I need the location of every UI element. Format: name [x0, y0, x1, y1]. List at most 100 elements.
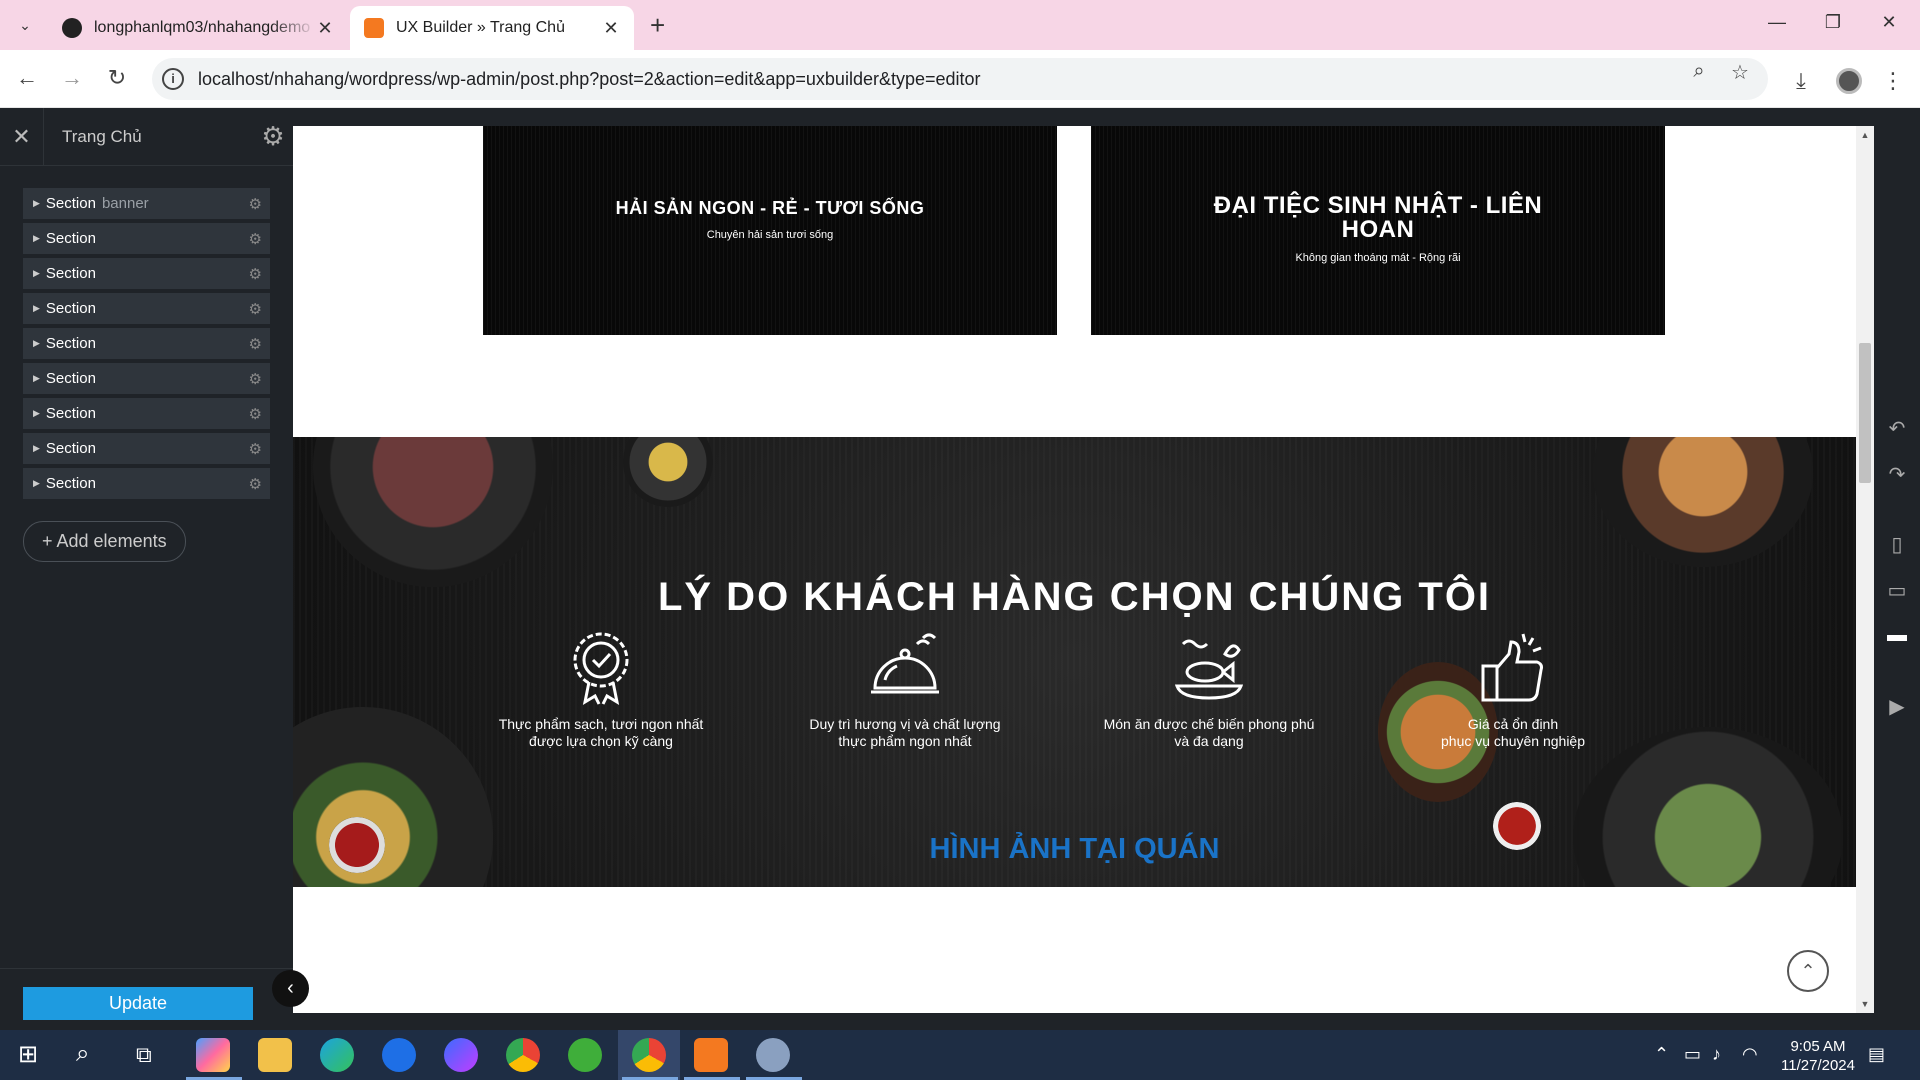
- collapse-sidebar-icon[interactable]: ‹: [272, 970, 309, 1007]
- section-item[interactable]: ▶ Section ⚙: [23, 398, 270, 429]
- caret-right-icon[interactable]: ▶: [33, 443, 40, 454]
- food-plate-image: [313, 437, 553, 587]
- redo-icon[interactable]: ↷: [1874, 462, 1920, 487]
- reason-item[interactable]: Duy trì hương vị và chất lượng thực phẩm …: [785, 630, 1025, 750]
- close-tab-icon[interactable]: ✕: [316, 18, 334, 39]
- back-to-top-button[interactable]: ⌃: [1787, 950, 1829, 992]
- caret-right-icon[interactable]: ▶: [33, 268, 40, 279]
- zalo-icon[interactable]: [382, 1038, 416, 1072]
- notification-icon[interactable]: ▤: [1868, 1044, 1885, 1065]
- wifi-icon[interactable]: ◠: [1742, 1044, 1758, 1065]
- reload-icon[interactable]: ↻: [102, 64, 132, 92]
- site-info-icon[interactable]: i: [162, 68, 184, 90]
- close-tab-icon[interactable]: ✕: [602, 18, 620, 39]
- system-clock[interactable]: 9:05 AM 11/27/2024: [1768, 1037, 1868, 1075]
- caret-right-icon[interactable]: ▶: [33, 478, 40, 489]
- section-item[interactable]: ▶ Section ⚙: [23, 223, 270, 254]
- section-tag: banner: [101, 195, 149, 212]
- gear-icon[interactable]: ⚙: [249, 370, 262, 388]
- caret-right-icon[interactable]: ▶: [33, 233, 40, 244]
- bookmark-star-icon[interactable]: ☆: [1727, 60, 1753, 85]
- ux-builder-sidebar: ✕ Trang Chủ ⚙ ▶ Section banner ⚙ ▶ Secti…: [0, 107, 293, 1030]
- mobile-view-icon[interactable]: ▯: [1874, 532, 1920, 557]
- windows-start-icon[interactable]: ⊞: [18, 1040, 38, 1069]
- messenger-icon[interactable]: [444, 1038, 478, 1072]
- close-window-button[interactable]: ✕: [1874, 12, 1904, 33]
- volume-icon[interactable]: ♪: [1712, 1044, 1721, 1065]
- new-tab-button[interactable]: +: [650, 12, 665, 38]
- caret-right-icon[interactable]: ▶: [33, 198, 40, 209]
- battery-icon[interactable]: ▭: [1684, 1044, 1701, 1065]
- caret-right-icon[interactable]: ▶: [33, 373, 40, 384]
- profile-avatar[interactable]: [1836, 68, 1862, 94]
- tray-chevron-icon[interactable]: ⌃: [1654, 1044, 1669, 1065]
- desktop-view-icon[interactable]: ▬: [1874, 624, 1920, 647]
- tab-search-button[interactable]: ⌄: [10, 11, 40, 39]
- forward-icon[interactable]: →: [57, 64, 87, 92]
- undo-icon[interactable]: ↶: [1874, 416, 1920, 441]
- caret-right-icon[interactable]: ▶: [33, 303, 40, 314]
- download-icon[interactable]: ⤓: [1786, 68, 1816, 94]
- reason-item[interactable]: Giá cả ổn định phục vụ chuyên nghiệp: [1393, 630, 1633, 750]
- reason-item[interactable]: Món ăn được chế biến phong phú và đa dạng: [1089, 630, 1329, 750]
- gear-icon[interactable]: ⚙: [249, 230, 262, 248]
- restore-button[interactable]: ❐: [1818, 12, 1848, 33]
- section-item[interactable]: ▶ Section ⚙: [23, 363, 270, 394]
- tab-github[interactable]: longphanlqm03/nhahangdemo ✕: [48, 6, 348, 50]
- task-view-icon[interactable]: ⧉: [136, 1042, 152, 1068]
- reason-item[interactable]: Thực phẩm sạch, tươi ngon nhất được lựa c…: [481, 630, 721, 750]
- copilot-icon[interactable]: [196, 1038, 230, 1072]
- tab-ux-builder[interactable]: UX Builder » Trang Chủ ✕: [350, 6, 634, 50]
- omnibox[interactable]: i localhost/nhahang/wordpress/wp-admin/p…: [152, 58, 1768, 100]
- caret-right-icon[interactable]: ▶: [33, 338, 40, 349]
- scrollbar-thumb[interactable]: [1859, 343, 1871, 483]
- section-item[interactable]: ▶ Section ⚙: [23, 328, 270, 359]
- tab-title: UX Builder » Trang Chủ: [396, 19, 565, 36]
- section-item[interactable]: ▶ Section ⚙: [23, 468, 270, 499]
- gear-icon[interactable]: ⚙: [249, 195, 262, 213]
- section-item[interactable]: ▶ Section ⚙: [23, 433, 270, 464]
- preview-play-icon[interactable]: ▶: [1874, 694, 1920, 719]
- minimize-button[interactable]: —: [1762, 12, 1792, 33]
- edge-icon[interactable]: [320, 1038, 354, 1072]
- canvas-scrollbar[interactable]: ▲ ▼: [1856, 126, 1874, 1013]
- section-item[interactable]: ▶ Section banner ⚙: [23, 188, 270, 219]
- xampp-icon[interactable]: [694, 1038, 728, 1072]
- gallery-title: HÌNH ẢNH TẠI QUÁN: [929, 833, 1220, 865]
- page-preview-canvas: HẢI SẢN NGON - RẺ - TƯƠI SỐNG Chuyên hải…: [293, 126, 1856, 1013]
- file-explorer-icon[interactable]: [258, 1038, 292, 1072]
- menu-kebab-icon[interactable]: ⋮: [1878, 68, 1908, 94]
- banner-card-seafood[interactable]: HẢI SẢN NGON - RẺ - TƯƠI SỐNG Chuyên hải…: [483, 126, 1057, 335]
- banner-heading: ĐẠI TIỆC SINH NHẬT - LIÊN HOAN: [1213, 191, 1543, 243]
- reason-line2: thực phẩm ngon nhất: [838, 733, 972, 749]
- scroll-up-icon[interactable]: ▲: [1856, 130, 1874, 140]
- gear-icon[interactable]: ⚙: [249, 475, 262, 493]
- caret-right-icon[interactable]: ▶: [33, 408, 40, 419]
- update-button[interactable]: Update: [23, 987, 253, 1020]
- tablet-view-icon[interactable]: ▭: [1874, 578, 1920, 603]
- gear-icon[interactable]: ⚙: [249, 335, 262, 353]
- back-icon[interactable]: ←: [12, 64, 42, 92]
- url-text[interactable]: localhost/nhahang/wordpress/wp-admin/pos…: [198, 69, 1768, 90]
- gear-icon[interactable]: ⚙: [249, 405, 262, 423]
- page-settings-gear-icon[interactable]: ⚙: [253, 121, 293, 152]
- clock-time: 9:05 AM: [1790, 1038, 1846, 1055]
- section-item[interactable]: ▶ Section ⚙: [23, 293, 270, 324]
- chrome-icon[interactable]: [506, 1038, 540, 1072]
- search-icon[interactable]: ⌕: [76, 1040, 89, 1068]
- add-elements-button[interactable]: + Add elements: [23, 521, 186, 562]
- close-icon[interactable]: ✕: [0, 107, 44, 166]
- gear-icon[interactable]: ⚙: [249, 440, 262, 458]
- zoom-icon[interactable]: ⌕: [1686, 60, 1712, 83]
- banner-card-party[interactable]: ĐẠI TIỆC SINH NHẬT - LIÊN HOAN Không gia…: [1091, 126, 1665, 335]
- chrome-profile-icon[interactable]: [632, 1038, 666, 1072]
- app-green-icon[interactable]: [568, 1038, 602, 1072]
- reasons-section[interactable]: LÝ DO KHÁCH HÀNG CHỌN CHÚNG TÔI Thực phẩ…: [293, 437, 1856, 887]
- scroll-down-icon[interactable]: ▼: [1856, 999, 1874, 1009]
- section-item[interactable]: ▶ Section ⚙: [23, 258, 270, 289]
- gear-icon[interactable]: ⚙: [249, 300, 262, 318]
- food-cloche-icon: [871, 633, 939, 694]
- canvas-bottom-frame: [293, 1013, 1874, 1030]
- paint-icon[interactable]: [756, 1038, 790, 1072]
- gear-icon[interactable]: ⚙: [249, 265, 262, 283]
